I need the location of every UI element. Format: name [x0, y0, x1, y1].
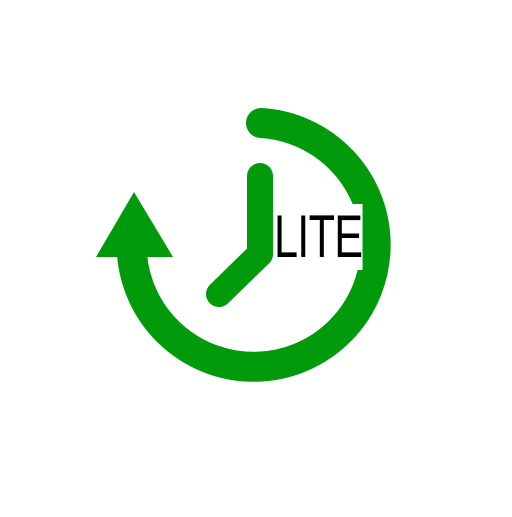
- app-icon: LITE: [0, 0, 512, 512]
- history-clock-icon: [96, 108, 391, 382]
- lite-badge: LITE: [274, 203, 363, 270]
- arrowhead-up-icon: [96, 192, 173, 257]
- clock-minute-hand: [206, 241, 273, 307]
